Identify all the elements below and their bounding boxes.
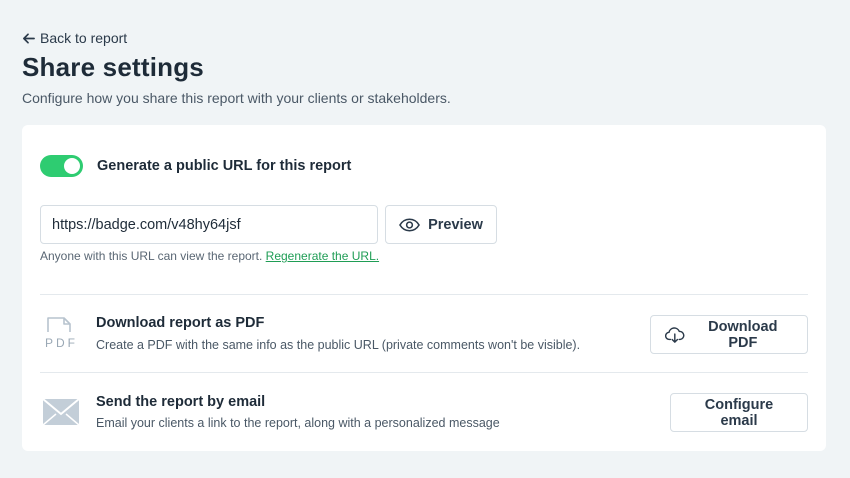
public-url-toggle-label: Generate a public URL for this report: [97, 158, 352, 174]
url-hint-text: Anyone with this URL can view the report…: [40, 249, 263, 263]
pdf-option-title: Download report as PDF: [96, 315, 265, 331]
url-hint: Anyone with this URL can view the report…: [40, 249, 379, 263]
page-title: Share settings: [22, 52, 204, 82]
pdf-file-icon: PDF: [42, 315, 82, 355]
preview-button[interactable]: Preview: [385, 205, 497, 244]
back-link-label: Back to report: [40, 30, 128, 46]
share-options-card: Generate a public URL for this report Pr…: [22, 125, 826, 451]
email-option-title: Send the report by email: [96, 394, 266, 410]
configure-email-button[interactable]: Configure email: [670, 393, 808, 432]
envelope-icon: [42, 398, 80, 426]
download-pdf-button[interactable]: Download PDF: [650, 315, 808, 354]
share-settings-page: Back to report Share settings Configure …: [0, 0, 850, 478]
cloud-download-icon: [665, 326, 685, 343]
regenerate-url-link[interactable]: Regenerate the URL.: [266, 249, 379, 263]
pdf-icon-label: PDF: [45, 336, 78, 350]
download-pdf-label: Download PDF: [708, 318, 778, 351]
public-url-input[interactable]: [40, 205, 378, 244]
pdf-option-description: Create a PDF with the same info as the p…: [96, 338, 581, 352]
divider: [40, 372, 808, 373]
divider: [40, 294, 808, 295]
configure-email-label: Configure email: [704, 396, 774, 429]
preview-button-label: Preview: [428, 216, 483, 233]
public-url-toggle-row: Generate a public URL for this report: [40, 155, 351, 177]
toggle-knob: [64, 158, 80, 174]
arrow-left-icon: [23, 32, 35, 44]
page-subtitle: Configure how you share this report with…: [22, 90, 451, 106]
public-url-toggle[interactable]: [40, 155, 83, 177]
email-option-description: Email your clients a link to the report,…: [96, 416, 500, 430]
eye-icon: [399, 218, 421, 231]
back-to-report-link[interactable]: Back to report: [22, 30, 127, 46]
